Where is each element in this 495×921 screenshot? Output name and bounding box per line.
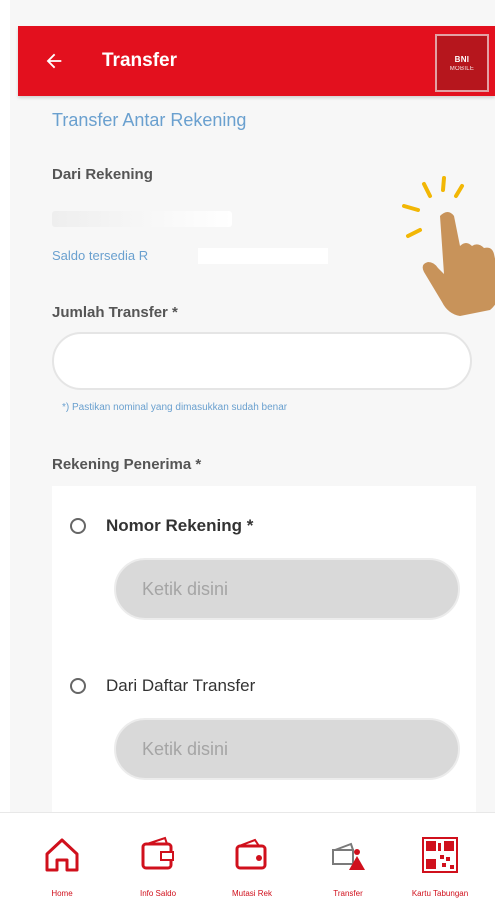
option-account-label: Nomor Rekening *: [106, 516, 254, 535]
radio-option-transfer-list[interactable]: Dari Daftar Transfer: [70, 676, 255, 696]
balance-text: Saldo tersedia R: [52, 248, 149, 263]
brand-subtitle: MOBILE: [449, 65, 475, 72]
radio-option-account-number[interactable]: Nomor Rekening *: [70, 516, 253, 536]
wallet-icon: [136, 833, 180, 877]
recipient-options-panel: Nomor Rekening * Ketik disini Dari Dafta…: [52, 486, 476, 816]
recipient-label: Rekening Penerima *: [52, 456, 202, 473]
nav-kartu-tabungan[interactable]: Kartu Tabungan: [400, 833, 480, 898]
nav-mutasi-rek-label: Mutasi Rek: [231, 889, 272, 898]
radio-button[interactable]: [70, 678, 86, 694]
transfer-icon: [326, 833, 370, 877]
nav-info-saldo-label: Info Saldo: [139, 889, 177, 898]
back-arrow-icon[interactable]: [40, 47, 68, 75]
nav-mutasi-rek[interactable]: Mutasi Rek: [212, 833, 292, 898]
amount-label: Jumlah Transfer *: [52, 304, 178, 321]
page-title: Transfer: [102, 50, 177, 71]
brand-name: BNI: [454, 54, 470, 64]
amount-hint: *) Pastikan nominal yang dimasukkan suda…: [62, 402, 288, 413]
nav-transfer-label: Transfer: [333, 889, 363, 898]
top-app-bar: Transfer BNI MOBILE: [18, 26, 495, 96]
bottom-navigation: Home Info Saldo Mutasi Rek Transfer Kart…: [0, 812, 495, 921]
from-account-label: Dari Rekening: [52, 166, 153, 183]
nav-kartu-tabungan-label: Kartu Tabungan: [411, 889, 469, 898]
nav-home-label: Home: [51, 889, 73, 898]
option-list-label: Dari Daftar Transfer: [106, 676, 256, 695]
home-icon: [40, 833, 84, 877]
nav-home[interactable]: Home: [22, 833, 102, 898]
from-account-value[interactable]: [52, 211, 232, 227]
transfer-list-input[interactable]: Ketik disini: [114, 718, 460, 780]
section-title: Transfer Antar Rekening: [52, 110, 247, 130]
radio-button[interactable]: [70, 518, 86, 534]
nav-info-saldo[interactable]: Info Saldo: [118, 833, 198, 898]
qr-code-icon: [418, 833, 462, 877]
account-number-input[interactable]: Ketik disini: [114, 558, 460, 620]
wallet-card-icon: [230, 833, 274, 877]
balance-value-masked: [198, 248, 328, 264]
brand-logo: BNI MOBILE: [435, 34, 489, 92]
pointing-hand-icon: [402, 176, 495, 316]
nav-transfer[interactable]: Transfer: [308, 833, 388, 898]
amount-input[interactable]: [52, 332, 472, 390]
app-screen: Transfer BNI MOBILE Transfer Antar Reken…: [10, 0, 495, 920]
